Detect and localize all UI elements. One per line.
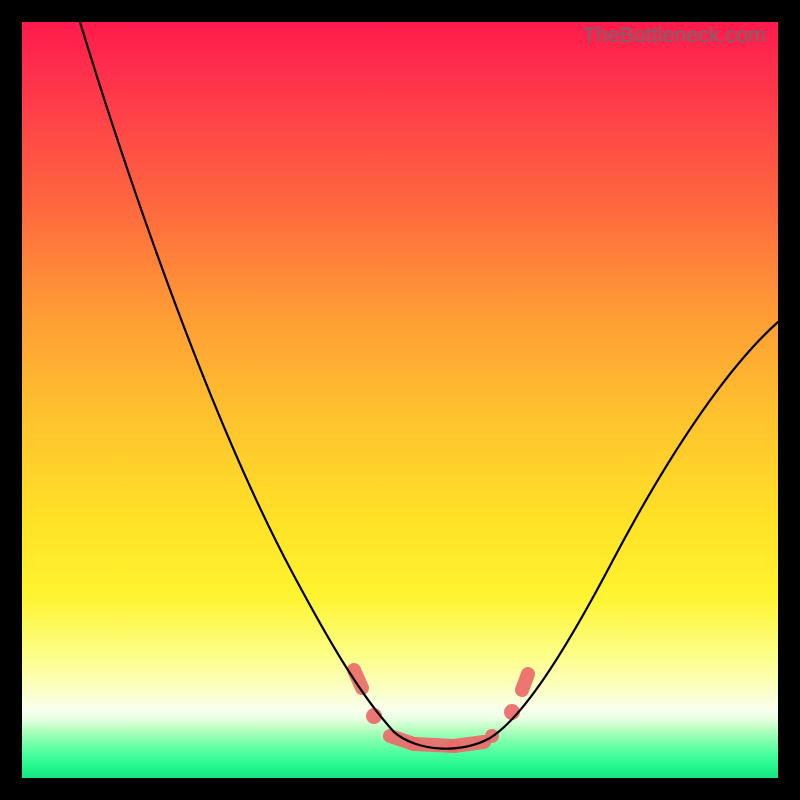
chart-svg xyxy=(22,22,778,778)
chart-plot-area: TheBottleneck.com xyxy=(22,22,778,778)
marker-right-upper xyxy=(522,674,528,690)
chart-frame: TheBottleneck.com xyxy=(0,0,800,800)
watermark-text: TheBottleneck.com xyxy=(583,24,766,48)
bottleneck-curve-path xyxy=(80,22,778,749)
highlight-markers xyxy=(354,670,528,746)
